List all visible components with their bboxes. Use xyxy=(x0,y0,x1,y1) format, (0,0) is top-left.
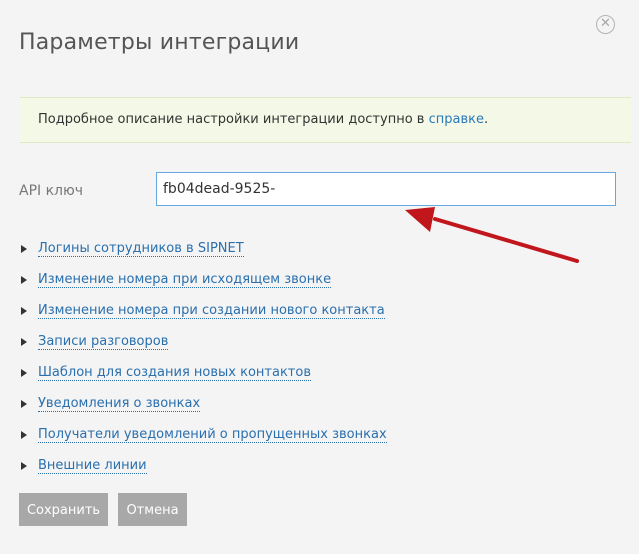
api-key-input[interactable] xyxy=(156,172,616,206)
section-label[interactable]: Изменение номера при создании нового кон… xyxy=(38,303,385,319)
section-label[interactable]: Шаблон для создания новых контактов xyxy=(38,365,311,381)
settings-sections-list: Логины сотрудников в SIPNET Изменение но… xyxy=(21,233,387,481)
section-label[interactable]: Записи разговоров xyxy=(38,334,169,350)
expand-triangle-icon xyxy=(21,368,27,377)
save-button[interactable]: Сохранить xyxy=(19,493,108,526)
expand-triangle-icon xyxy=(21,461,27,470)
section-item-call-notifications[interactable]: Уведомления о звонках xyxy=(21,388,387,419)
expand-triangle-icon xyxy=(21,430,27,439)
section-item-call-recordings[interactable]: Записи разговоров xyxy=(21,326,387,357)
integration-settings-dialog: ✕ Параметры интеграции Подробное описани… xyxy=(0,0,639,554)
section-label[interactable]: Изменение номера при исходящем звонке xyxy=(38,272,332,288)
expand-triangle-icon xyxy=(21,244,27,253)
info-banner: Подробное описание настройки интеграции … xyxy=(20,97,631,143)
info-text: Подробное описание настройки интеграции … xyxy=(38,112,488,127)
section-label[interactable]: Уведомления о звонках xyxy=(38,396,201,412)
info-text-body: Подробное описание настройки интеграции … xyxy=(38,112,429,127)
api-key-label: API ключ xyxy=(19,183,84,199)
help-link[interactable]: справке xyxy=(429,112,484,127)
expand-triangle-icon xyxy=(21,275,27,284)
section-item-contact-template[interactable]: Шаблон для создания новых контактов xyxy=(21,357,387,388)
dialog-title: Параметры интеграции xyxy=(19,30,300,55)
section-label[interactable]: Получатели уведомлений о пропущенных зво… xyxy=(38,427,387,443)
section-item-outgoing-number[interactable]: Изменение номера при исходящем звонке xyxy=(21,264,387,295)
cancel-button[interactable]: Отмена xyxy=(118,493,187,526)
expand-triangle-icon xyxy=(21,337,27,346)
expand-triangle-icon xyxy=(21,399,27,408)
info-text-suffix: . xyxy=(483,112,489,127)
expand-triangle-icon xyxy=(21,306,27,315)
section-item-new-contact-number[interactable]: Изменение номера при создании нового кон… xyxy=(21,295,387,326)
section-label[interactable]: Логины сотрудников в SIPNET xyxy=(38,241,244,257)
section-item-missed-call-recipients[interactable]: Получатели уведомлений о пропущенных зво… xyxy=(21,419,387,450)
close-icon[interactable]: ✕ xyxy=(596,15,615,34)
section-item-external-lines[interactable]: Внешние линии xyxy=(21,450,387,481)
section-label[interactable]: Внешние линии xyxy=(38,458,147,474)
section-item-sipnet-logins[interactable]: Логины сотрудников в SIPNET xyxy=(21,233,387,264)
